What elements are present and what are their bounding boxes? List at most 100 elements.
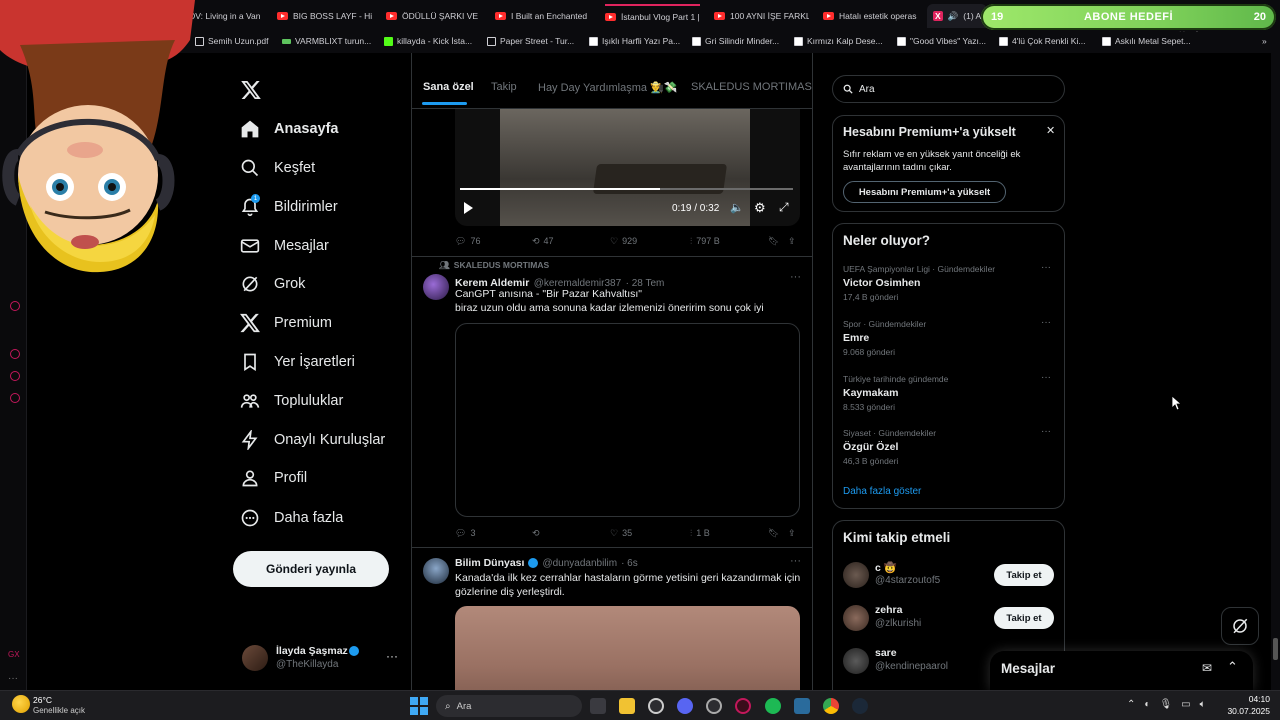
opera-gx-icon[interactable] bbox=[735, 698, 751, 714]
nav-more[interactable]: Daha fazla bbox=[240, 503, 343, 533]
tweet-more-icon[interactable]: ··· bbox=[790, 271, 801, 283]
chrome-icon[interactable] bbox=[823, 698, 839, 714]
browser-tab[interactable]: ÖDÜLLÜ ŞARKI VE K bbox=[386, 4, 481, 28]
app-icon[interactable] bbox=[706, 698, 722, 714]
more-icon[interactable]: ··· bbox=[8, 673, 18, 684]
nav-explore[interactable]: Keşfet bbox=[240, 153, 315, 183]
tab-for-you[interactable]: Sana özel bbox=[423, 81, 474, 93]
nav-profile[interactable]: Profil bbox=[240, 463, 307, 493]
tweet[interactable]: 👥︎ SKALEDUS MORTIMAS Kerem Aldemir @kerem… bbox=[412, 257, 812, 547]
trend-more-icon[interactable]: ··· bbox=[1041, 372, 1051, 383]
trend-item[interactable]: UEFA Şampiyonlar Ligi · Gündemdekiler Vi… bbox=[843, 262, 1056, 309]
browser-tab[interactable]: 100 AYNI İŞE FARKLI bbox=[714, 4, 809, 28]
display-icon[interactable]: ▭ bbox=[1181, 699, 1190, 710]
bookmark-item[interactable]: Gri Silindir Minder... bbox=[692, 36, 779, 46]
nav-grok[interactable]: Grok bbox=[240, 269, 305, 299]
gx-icon[interactable]: GX bbox=[8, 650, 20, 659]
new-message-icon[interactable]: ✉ bbox=[1202, 661, 1212, 675]
bookmark-item[interactable]: Paper Street - Tur... bbox=[487, 36, 574, 46]
clock-time[interactable]: 04:10 bbox=[1232, 694, 1270, 704]
grok-floating-button[interactable] bbox=[1221, 607, 1259, 645]
app-icon[interactable] bbox=[794, 698, 810, 714]
avatar[interactable] bbox=[423, 558, 449, 584]
bookmark-item[interactable]: 4'lü Çok Renkli Ki... bbox=[999, 36, 1085, 46]
volume-icon[interactable]: 🔈︎ bbox=[1200, 699, 1206, 710]
file-explorer-icon[interactable] bbox=[619, 698, 635, 714]
task-view-icon[interactable] bbox=[590, 698, 606, 714]
browser-tab-active[interactable]: X 🔊 (1) A bbox=[927, 4, 987, 28]
tray-chevron-icon[interactable]: ⌃ bbox=[1127, 699, 1135, 710]
author-handle[interactable]: @dunyadanbilim bbox=[542, 558, 617, 569]
avatar[interactable] bbox=[423, 274, 449, 300]
retweet-button[interactable]: ⟲ 47 bbox=[532, 236, 554, 247]
tab-following[interactable]: Takip bbox=[491, 81, 517, 93]
settings-icon[interactable] bbox=[10, 393, 20, 403]
spotify-icon[interactable] bbox=[765, 698, 781, 714]
bookmark-button[interactable]: 🔖︎ bbox=[768, 528, 779, 539]
tweet-more-icon[interactable]: ··· bbox=[790, 555, 801, 567]
x-logo-icon[interactable] bbox=[241, 81, 261, 99]
scrollbar-thumb[interactable] bbox=[1273, 638, 1278, 660]
browser-tab[interactable]: I Built an Enchanted bbox=[495, 4, 590, 28]
video-progress-track[interactable] bbox=[460, 188, 793, 190]
history-icon[interactable] bbox=[10, 349, 20, 359]
tweet-image[interactable] bbox=[455, 606, 800, 690]
browser-tab[interactable]: POV: Living in a Van bbox=[183, 4, 263, 28]
discord-icon[interactable] bbox=[677, 698, 693, 714]
tab-list-hayday[interactable]: Hay Day Yardımlaşma 👨‍🌾💸 bbox=[538, 81, 677, 94]
weather-icon[interactable] bbox=[12, 695, 30, 713]
browser-tab[interactable]: İstanbul Vlog Part 1 | bbox=[605, 4, 700, 28]
bookmark-item[interactable]: Askılı Metal Sepet... bbox=[1102, 36, 1191, 46]
premium-upgrade-button[interactable]: Hesabını Premium+'a yükselt bbox=[843, 181, 1006, 203]
steam-icon[interactable] bbox=[852, 698, 868, 714]
nav-bookmarks[interactable]: Yer İşaretleri bbox=[240, 347, 355, 377]
weather-desc[interactable]: Genellikle açık bbox=[33, 706, 85, 715]
retweet-button[interactable]: ⟲ bbox=[532, 528, 540, 539]
browser-tab[interactable]: BIG BOSS LAYF - Hit bbox=[277, 4, 372, 28]
bookmark-item[interactable]: VARMBLIXT turun... bbox=[282, 36, 371, 46]
follow-suggestion[interactable]: c 🤠 @4starzoutof5 Takip et bbox=[843, 561, 1056, 591]
post-button[interactable]: Gönderi yayınla bbox=[233, 551, 389, 587]
search-box[interactable]: Ara bbox=[832, 75, 1065, 103]
browser-tab[interactable]: Hatalı estetik operas bbox=[823, 4, 918, 28]
reply-button[interactable]: 💬︎ 3 bbox=[455, 528, 475, 539]
network-icon[interactable]: ◐ bbox=[1144, 699, 1150, 710]
video-player[interactable]: 0:19 / 0:32 🔈 ⚙ ⤢ bbox=[455, 109, 800, 226]
bookmark-button[interactable]: 🔖︎ bbox=[768, 236, 779, 247]
bookmark-item[interactable]: killayda - Kick İsta... bbox=[384, 36, 472, 46]
nav-messages[interactable]: Mesajlar bbox=[240, 231, 329, 261]
show-more-link[interactable]: Daha fazla göster bbox=[843, 486, 921, 497]
messages-drawer[interactable]: Mesajlar ✉ ⌃ bbox=[990, 651, 1253, 690]
views-button[interactable]: ⫶ 1 B bbox=[690, 528, 710, 539]
bookmarks-overflow-icon[interactable]: » bbox=[1262, 36, 1267, 46]
profile-more-icon[interactable]: ··· bbox=[386, 649, 398, 663]
obs-icon[interactable] bbox=[648, 698, 664, 714]
nav-communities[interactable]: Topluluklar bbox=[240, 386, 343, 416]
volume-icon[interactable]: 🔈 bbox=[730, 201, 744, 214]
follow-button[interactable]: Takip et bbox=[994, 607, 1054, 629]
trend-item[interactable]: Siyaset · Gündemdekiler Özgür Özel 46,3 … bbox=[843, 426, 1056, 473]
close-icon[interactable]: ✕ bbox=[1046, 124, 1055, 137]
nav-home[interactable]: Anasayfa bbox=[240, 114, 338, 144]
trend-more-icon[interactable]: ··· bbox=[1041, 317, 1051, 328]
bookmark-item[interactable]: Semih Uzun.pdf bbox=[195, 36, 268, 46]
trend-item[interactable]: Spor · Gündemdekiler Emre 9.068 gönderi … bbox=[843, 317, 1056, 364]
nav-premium[interactable]: Premium bbox=[240, 308, 332, 338]
windows-start-icon[interactable] bbox=[410, 697, 428, 715]
tab-list-skaledus[interactable]: SKALEDUS MORTIMAS bbox=[691, 81, 812, 93]
trend-item[interactable]: Türkiye tarihinde gündemde Kaymakam 8.53… bbox=[843, 372, 1056, 419]
play-icon[interactable] bbox=[464, 202, 473, 214]
bookmark-item[interactable]: "Good Vibes" Yazı... bbox=[897, 36, 986, 46]
author-name[interactable]: Bilim Dünyası bbox=[455, 557, 524, 569]
like-button[interactable]: ♡ 35 bbox=[610, 528, 632, 539]
trend-more-icon[interactable]: ··· bbox=[1041, 426, 1051, 437]
trend-more-icon[interactable]: ··· bbox=[1041, 262, 1051, 273]
reply-button[interactable]: 💬︎ 76 bbox=[455, 236, 480, 247]
follow-suggestion[interactable]: zehra @zlkurishi Takip et bbox=[843, 604, 1056, 634]
tweet-time[interactable]: · 6s bbox=[621, 558, 638, 569]
like-button[interactable]: ♡ 929 bbox=[610, 236, 637, 247]
nav-verified-orgs[interactable]: Onaylı Kuruluşlar bbox=[240, 425, 385, 455]
share-button[interactable]: ⇪ bbox=[788, 528, 796, 539]
account-switcher[interactable]: İlayda Şaşmaz @TheKillayda ··· bbox=[242, 645, 402, 681]
follow-button[interactable]: Takip et bbox=[994, 564, 1054, 586]
